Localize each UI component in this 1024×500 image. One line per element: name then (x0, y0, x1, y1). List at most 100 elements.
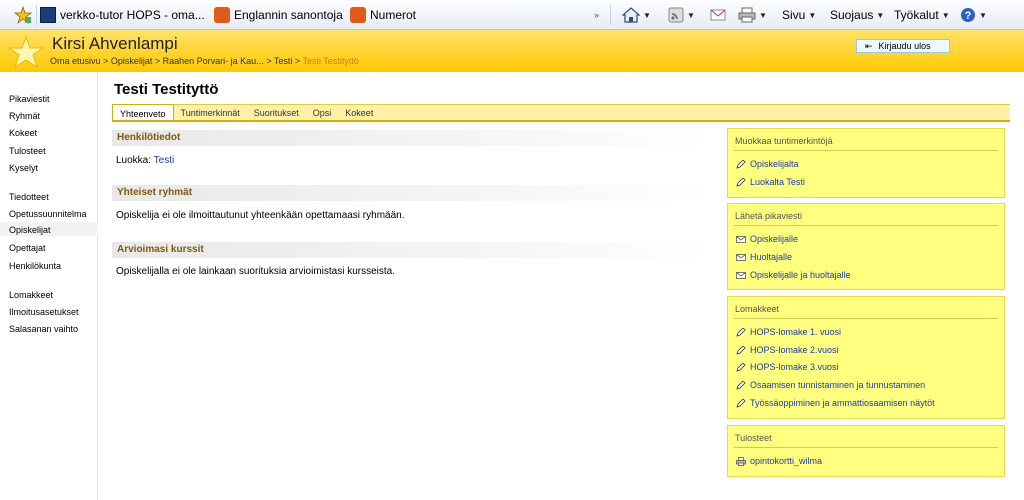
nav-item-ryhmat[interactable]: Ryhmät (9, 111, 40, 121)
panel-laheta-pikaviesti: Lähetä pikaviesti Opiskelijalle Huoltaja… (727, 203, 1005, 290)
favorite-label: verkko-tutor HOPS - oma... (60, 8, 205, 22)
link-tyossaoppiminen[interactable]: Työssäoppiminen ja ammattiosaamisen näyt… (736, 398, 935, 408)
panel-lomakkeet: Lomakkeet HOPS-lomake 1. vuosi HOPS-loma… (727, 296, 1005, 419)
breadcrumb-link[interactable]: Testi (274, 56, 293, 66)
menu-suojaus[interactable]: Suojaus ▼ (830, 6, 884, 24)
help-button[interactable]: ? ▼ (960, 6, 987, 24)
section-heading: Yhteiset ryhmät (112, 185, 707, 201)
favorite-link-hops[interactable]: verkko-tutor HOPS - oma... (40, 6, 205, 24)
link-opiskelijalle[interactable]: Opiskelijalle (736, 234, 798, 244)
favorite-link-englannin[interactable]: Englannin sanontoja (214, 6, 343, 24)
menu-label: Työkalut (894, 8, 939, 22)
app-header: Kirsi Ahvenlampi Oma etusivu > Opiskelij… (0, 30, 1024, 72)
menu-label: Suojaus (830, 8, 874, 22)
pencil-icon (736, 380, 746, 390)
rss-icon (668, 7, 684, 23)
nav-item-tiedotteet[interactable]: Tiedotteet (9, 192, 49, 202)
nav-item-opetussuunnitelma[interactable]: Opetussuunnitelma (9, 209, 87, 219)
link-opiskelijalle-ja-huoltajalle[interactable]: Opiskelijalle ja huoltajalle (736, 270, 851, 280)
mail-button[interactable] (710, 6, 726, 24)
tab-tuntimerkinnat[interactable]: Tuntimerkinnät (174, 105, 247, 120)
mail-icon (710, 9, 726, 21)
help-icon: ? (961, 8, 975, 22)
pencil-icon (736, 362, 746, 372)
favorite-label: Englannin sanontoja (234, 8, 343, 22)
star-logo-icon (7, 36, 44, 68)
pencil-icon (736, 345, 746, 355)
tab-yhteenveto[interactable]: Yhteenveto (112, 104, 174, 120)
printer-icon (738, 7, 756, 23)
favorite-link-numerot[interactable]: Numerot (350, 6, 416, 24)
pencil-icon (736, 398, 746, 408)
browser-toolbar: verkko-tutor HOPS - oma... Englannin san… (0, 0, 1024, 30)
favorite-label: Numerot (370, 8, 417, 22)
left-navigation: Pikaviestit Ryhmät Kokeet Tulosteet Kyse… (0, 72, 98, 500)
section-heading: Henkilötiedot (112, 130, 707, 146)
section-text: Opiskelijalla ei ole lainkaan suorituksi… (116, 266, 396, 277)
panel-muokkaa-tuntimerkintoja: Muokkaa tuntimerkintöjä Opiskelijalta Lu… (727, 128, 1005, 198)
page-title: Testi Testityttö (114, 81, 219, 98)
breadcrumb-link[interactable]: Oma etusivu (50, 56, 101, 66)
pencil-icon (736, 159, 746, 169)
menu-tyokalut[interactable]: Työkalut ▼ (894, 6, 950, 24)
favorites-star-icon[interactable] (14, 6, 32, 24)
link-osaamisen-tunnistaminen[interactable]: Osaamisen tunnistaminen ja tunnustaminen (736, 380, 925, 390)
envelope-icon (736, 235, 746, 243)
home-icon (622, 7, 640, 23)
feeds-button[interactable]: ▼ (668, 6, 695, 24)
link-opintokortti-wilma[interactable]: opintokortti_wilma (736, 456, 822, 466)
link-huoltajalle[interactable]: Huoltajalle (736, 252, 792, 262)
link-luokalta-testi[interactable]: Luokalta Testi (736, 177, 805, 187)
nav-item-kyselyt[interactable]: Kyselyt (9, 163, 38, 173)
print-button[interactable]: ▼ (738, 6, 767, 24)
nav-item-opettajat[interactable]: Opettajat (9, 243, 46, 253)
class-info: Luokka: Testi (116, 155, 174, 166)
class-link[interactable]: Testi (154, 155, 175, 166)
pencil-icon (736, 177, 746, 187)
svg-text:?: ? (965, 10, 972, 22)
panel-title: Lomakkeet (735, 304, 780, 314)
breadcrumb-link[interactable]: Raahen Porvari- ja Kau... (163, 56, 264, 66)
breadcrumb-current: Testi Testityttö (302, 56, 359, 66)
tab-opsi[interactable]: Opsi (306, 105, 339, 120)
section-text: Opiskelija ei ole ilmoittautunut yhteenk… (116, 210, 405, 221)
overflow-chevron-icon[interactable]: » (594, 6, 599, 24)
envelope-icon (736, 253, 746, 261)
tab-kokeet[interactable]: Kokeet (338, 105, 380, 120)
site-icon (214, 7, 230, 23)
logout-icon: ⇤ (865, 40, 873, 51)
tab-suoritukset[interactable]: Suoritukset (247, 105, 306, 120)
nav-item-opiskelijat[interactable]: Opiskelijat (9, 225, 51, 235)
nav-item-henkilokunta[interactable]: Henkilökunta (9, 261, 61, 271)
panel-title: Lähetä pikaviesti (735, 211, 803, 221)
site-icon (350, 7, 366, 23)
envelope-icon (736, 271, 746, 279)
breadcrumb-link[interactable]: Opiskelijat (111, 56, 153, 66)
menu-label: Sivu (782, 8, 806, 22)
logout-label: Kirjaudu ulos (878, 41, 931, 51)
nav-item-tulosteet[interactable]: Tulosteet (9, 146, 46, 156)
nav-item-lomakkeet[interactable]: Lomakkeet (9, 290, 53, 300)
panel-tulosteet: Tulosteet opintokortti_wilma (727, 425, 1005, 477)
user-name: Kirsi Ahvenlampi (52, 34, 178, 53)
tab-bar: Yhteenveto Tuntimerkinnät Suoritukset Op… (112, 104, 1010, 122)
nav-item-salasanan-vaihto[interactable]: Salasanan vaihto (9, 324, 78, 334)
link-hops-lomake-2[interactable]: HOPS-lomake 2.vuosi (736, 345, 839, 355)
section-heading: Arvioimasi kurssit (112, 242, 707, 258)
breadcrumb: Oma etusivu > Opiskelijat > Raahen Porva… (50, 56, 359, 66)
printer-icon (736, 456, 746, 466)
menu-sivu[interactable]: Sivu ▼ (782, 6, 816, 24)
link-hops-lomake-3[interactable]: HOPS-lomake 3.vuosi (736, 362, 839, 372)
class-label: Luokka: (116, 155, 152, 166)
logout-button[interactable]: ⇤ Kirjaudu ulos (856, 39, 950, 53)
panel-title: Muokkaa tuntimerkintöjä (735, 136, 833, 146)
nav-item-kokeet[interactable]: Kokeet (9, 128, 37, 138)
pencil-icon (736, 327, 746, 337)
nav-item-ilmoitusasetukset[interactable]: Ilmoitusasetukset (9, 307, 79, 317)
link-opiskelijalta[interactable]: Opiskelijalta (736, 159, 799, 169)
panel-title: Tulosteet (735, 433, 772, 443)
page-icon (40, 7, 56, 23)
link-hops-lomake-1[interactable]: HOPS-lomake 1. vuosi (736, 327, 841, 337)
home-button[interactable]: ▼ (622, 6, 651, 24)
nav-item-pikaviestit[interactable]: Pikaviestit (9, 94, 50, 104)
